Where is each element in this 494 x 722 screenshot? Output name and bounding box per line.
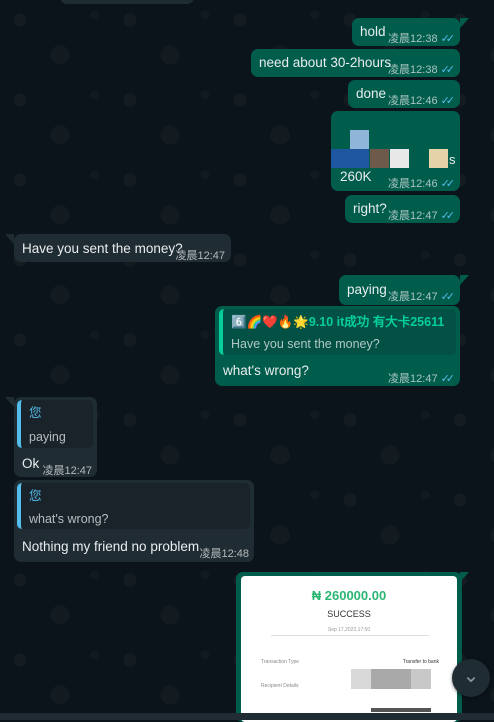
quoted-sender: 您	[29, 489, 42, 503]
message-text: need about 30-2hours	[259, 55, 392, 70]
message-meta: 凌晨12:38 ✓✓	[388, 61, 456, 79]
receipt-image[interactable]: ₦ 260000.00 SUCCESS Sep 17,2022,17:50 Tr…	[241, 576, 457, 722]
receipt-amount: ₦ 260000.00	[311, 588, 387, 603]
read-ticks-icon: ✓✓	[440, 178, 456, 190]
message-time: 凌晨12:48	[199, 548, 249, 560]
message-outgoing[interactable]: right? 凌晨12:47 ✓✓	[345, 195, 460, 223]
composer-bar-edge	[0, 713, 494, 720]
read-ticks-icon: ✓✓	[440, 210, 456, 222]
message-text: Nothing my friend no problem	[22, 539, 200, 554]
message-time: 凌晨12:47	[388, 373, 438, 385]
message-outgoing[interactable]: paying 凌晨12:47 ✓✓	[339, 275, 460, 305]
message-incoming-reply[interactable]: 您 paying Ok 凌晨12:47	[14, 397, 97, 477]
message-outgoing[interactable]: done 凌晨12:46 ✓✓	[348, 80, 460, 108]
read-ticks-icon: ✓✓	[440, 64, 456, 76]
receipt-divider	[271, 635, 429, 636]
receipt-date: Sep 17,2022,17:50	[327, 627, 371, 633]
message-meta: 凌晨12:47 ✓✓	[388, 288, 456, 306]
bubble-tail	[5, 234, 14, 244]
redacted-block	[411, 669, 431, 689]
previous-message-fragment	[60, 0, 194, 4]
message-meta: 凌晨12:47	[175, 247, 225, 265]
message-incoming[interactable]: Have you sent the money? 凌晨12:47	[14, 234, 231, 262]
message-outgoing-media[interactable]: s 260K 凌晨12:46 ✓✓	[331, 111, 460, 191]
bubble-tail	[460, 275, 469, 285]
message-time: 凌晨12:47	[388, 291, 438, 303]
message-text: 260K	[340, 169, 372, 184]
message-outgoing[interactable]: hold 凌晨12:38 ✓✓	[352, 18, 460, 46]
read-ticks-icon: ✓✓	[440, 33, 456, 45]
quoted-message[interactable]: 您 paying	[17, 400, 93, 448]
message-meta: 凌晨12:47 ✓✓	[388, 207, 456, 225]
quoted-sender: 6️⃣🌈❤️🔥🌟9.10 it成功 有大卡25611	[231, 315, 445, 329]
message-text: done	[356, 86, 387, 101]
pixelated-image: s	[331, 111, 460, 171]
scroll-to-bottom-button[interactable]: ⌄	[452, 659, 490, 697]
redacted-block	[371, 708, 431, 712]
message-time: 凌晨12:38	[388, 64, 438, 76]
quoted-sender: 您	[29, 406, 42, 420]
bubble-tail	[5, 397, 14, 407]
chevron-down-icon: ⌄	[462, 664, 480, 687]
message-meta: 凌晨12:46 ✓✓	[388, 175, 456, 193]
message-time: 凌晨12:46	[388, 95, 438, 107]
message-text: hold	[360, 24, 386, 39]
quoted-text: what's wrong?	[29, 512, 109, 526]
message-text: right?	[353, 201, 387, 216]
message-text: Ok	[22, 456, 40, 471]
message-meta: 凌晨12:47	[42, 462, 92, 480]
redacted-block	[351, 669, 371, 689]
message-incoming-reply[interactable]: 您 what's wrong? Nothing my friend no pro…	[14, 480, 254, 562]
read-ticks-icon: ✓✓	[440, 95, 456, 107]
message-time: 凌晨12:47	[42, 465, 92, 477]
message-meta: 凌晨12:48	[199, 545, 249, 563]
read-ticks-icon: ✓✓	[440, 291, 456, 303]
quoted-message[interactable]: 6️⃣🌈❤️🔥🌟9.10 it成功 有大卡25611 Have you sent…	[219, 309, 456, 355]
message-time: 凌晨12:46	[388, 178, 438, 190]
quoted-text: paying	[29, 430, 66, 444]
receipt-row-label: Recipient Details	[261, 683, 299, 689]
message-outgoing[interactable]: need about 30-2hours 凌晨12:38 ✓✓	[251, 49, 460, 77]
message-caption-trailing: s	[449, 152, 456, 167]
message-outgoing-reply[interactable]: 6️⃣🌈❤️🔥🌟9.10 it成功 有大卡25611 Have you sent…	[215, 306, 460, 386]
redacted-block	[371, 669, 411, 689]
message-time: 凌晨12:38	[388, 33, 438, 45]
message-meta: 凌晨12:38 ✓✓	[388, 30, 456, 48]
message-text: Have you sent the money?	[22, 241, 183, 256]
message-meta: 凌晨12:46 ✓✓	[388, 92, 456, 110]
quoted-message[interactable]: 您 what's wrong?	[17, 483, 250, 529]
message-time: 凌晨12:47	[175, 250, 225, 262]
message-text: what's wrong?	[223, 363, 309, 378]
read-ticks-icon: ✓✓	[440, 373, 456, 385]
message-time: 凌晨12:47	[388, 210, 438, 222]
message-outgoing-image[interactable]: ₦ 260000.00 SUCCESS Sep 17,2022,17:50 Tr…	[236, 572, 462, 722]
message-meta: 凌晨12:47 ✓✓	[388, 370, 456, 388]
receipt-row-label: Transaction Type	[261, 659, 300, 665]
bubble-tail	[460, 18, 469, 28]
quoted-text: Have you sent the money?	[231, 337, 380, 351]
message-text: paying	[347, 282, 387, 297]
